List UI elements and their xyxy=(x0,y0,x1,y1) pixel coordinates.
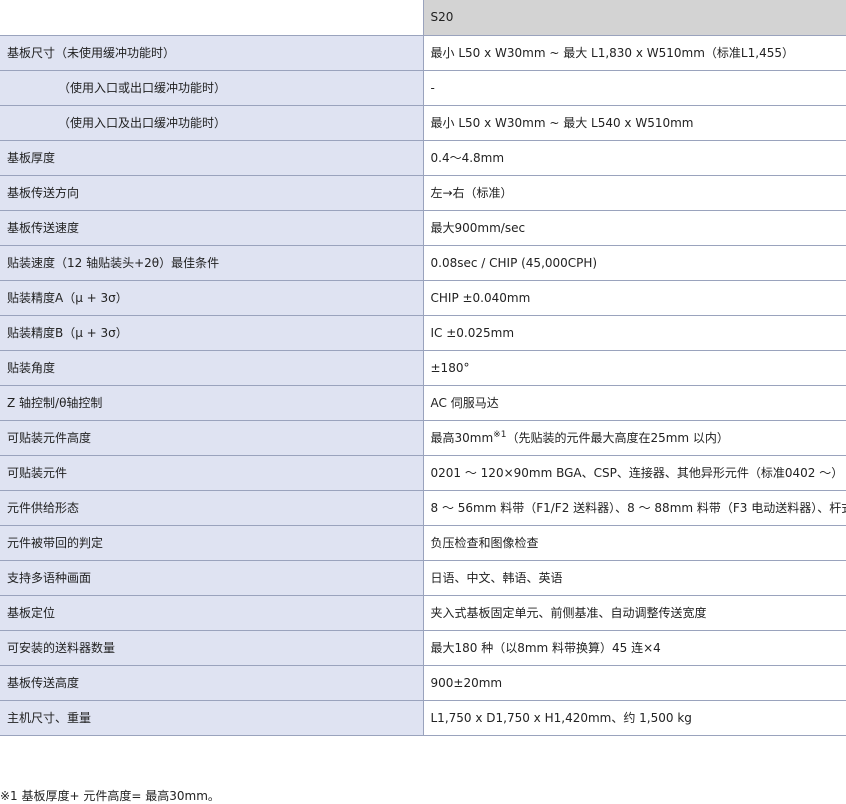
table-row: 基板厚度 0.4〜4.8mm xyxy=(0,140,846,176)
table-row: 基板传送方向 左→右（标准） xyxy=(0,175,846,211)
table-row: Z 轴控制/θ轴控制 AC 伺服马达 xyxy=(0,385,846,421)
row-label: （使用入口及出口缓冲功能时） xyxy=(0,105,424,141)
row-label: 贴装速度（12 轴贴装头+2θ）最佳条件 xyxy=(0,245,424,281)
row-value: 负压检查和图像检查 xyxy=(423,525,846,561)
row-label: 可安装的送料器数量 xyxy=(0,630,424,666)
table-row: 基板定位 夹入式基板固定单元、前侧基准、自动调整传送宽度 xyxy=(0,595,846,631)
footnote: ※1 基板厚度+ 元件高度= 最高30mm。 xyxy=(0,789,220,803)
row-value: 夹入式基板固定单元、前侧基准、自动调整传送宽度 xyxy=(423,595,846,631)
row-value: 0.4〜4.8mm xyxy=(423,140,846,176)
row-label: 基板尺寸（未使用缓冲功能时） xyxy=(0,35,424,71)
row-value: 最小 L50 x W30mm ~ 最大 L540 x W510mm xyxy=(423,105,846,141)
footnote-marker: ※1 xyxy=(493,430,507,440)
row-label: 贴装精度A（μ + 3σ） xyxy=(0,280,424,316)
table-row: （使用入口或出口缓冲功能时） - xyxy=(0,70,846,106)
table-row: 贴装精度A（μ + 3σ） CHIP ±0.040mm xyxy=(0,280,846,316)
table-row: 可贴装元件 0201 ～ 120×90mm BGA、CSP、连接器、其他异形元件… xyxy=(0,455,846,491)
table-row: 基板尺寸（未使用缓冲功能时） 最小 L50 x W30mm ~ 最大 L1,83… xyxy=(0,35,846,71)
row-value: - xyxy=(423,70,846,106)
table-row: 元件被带回的判定 负压检查和图像检查 xyxy=(0,525,846,561)
table-row: 元件供给形态 8 ～ 56mm 料带（F1/F2 送料器）、8 ～ 88mm 料… xyxy=(0,490,846,526)
table-row: 贴装角度 ±180° xyxy=(0,350,846,386)
row-label: 元件供给形态 xyxy=(0,490,424,526)
table-row: 贴装速度（12 轴贴装头+2θ）最佳条件 0.08sec / CHIP (45,… xyxy=(0,245,846,281)
height-value: 最高30mm xyxy=(430,431,494,445)
table-row: 主机尺寸、重量 L1,750 x D1,750 x H1,420mm、约 1,5… xyxy=(0,700,846,736)
table-row: 基板传送高度 900±20mm xyxy=(0,665,846,701)
row-label: 基板定位 xyxy=(0,595,424,631)
row-label: 基板传送高度 xyxy=(0,665,424,701)
row-value: 900±20mm xyxy=(423,665,846,701)
row-value: L1,750 x D1,750 x H1,420mm、约 1,500 kg xyxy=(423,700,846,736)
row-label: 基板传送速度 xyxy=(0,210,424,246)
row-value: AC 伺服马达 xyxy=(423,385,846,421)
row-label: （使用入口或出口缓冲功能时） xyxy=(0,70,424,106)
table-header-row: S20 xyxy=(0,0,846,36)
row-value: 最大180 种（以8mm 料带换算）45 连×4 xyxy=(423,630,846,666)
table-row: 可贴装元件高度 最高30mm※1（先贴装的元件最大高度在25mm 以内） xyxy=(0,420,846,456)
row-value: 8 ～ 56mm 料带（F1/F2 送料器）、8 ～ 88mm 料带（F3 电动… xyxy=(423,490,846,526)
row-label: 基板厚度 xyxy=(0,140,424,176)
row-label: 支持多语种画面 xyxy=(0,560,424,596)
row-value: 0201 ～ 120×90mm BGA、CSP、连接器、其他异形元件（标准040… xyxy=(423,455,846,491)
row-value: 0.08sec / CHIP (45,000CPH) xyxy=(423,245,846,281)
table-row: （使用入口及出口缓冲功能时） 最小 L50 x W30mm ~ 最大 L540 … xyxy=(0,105,846,141)
row-label: 元件被带回的判定 xyxy=(0,525,424,561)
row-value: 日语、中文、韩语、英语 xyxy=(423,560,846,596)
row-value: CHIP ±0.040mm xyxy=(423,280,846,316)
row-value: 左→右（标准） xyxy=(423,175,846,211)
table-row: 贴装精度B（μ + 3σ） IC ±0.025mm xyxy=(0,315,846,351)
row-label: Z 轴控制/θ轴控制 xyxy=(0,385,424,421)
row-label: 贴装精度B（μ + 3σ） xyxy=(0,315,424,351)
column-header-model: S20 xyxy=(422,0,846,36)
row-label: 主机尺寸、重量 xyxy=(0,700,424,736)
row-value: 最大900mm/sec xyxy=(423,210,846,246)
height-note: （先贴装的元件最大高度在25mm 以内） xyxy=(506,431,729,445)
header-blank-cell xyxy=(0,0,423,36)
row-label: 基板传送方向 xyxy=(0,175,424,211)
row-value: IC ±0.025mm xyxy=(423,315,846,351)
table-row: 基板传送速度 最大900mm/sec xyxy=(0,210,846,246)
row-value: ±180° xyxy=(423,350,846,386)
row-value: 最小 L50 x W30mm ~ 最大 L1,830 x W510mm（标准L1… xyxy=(423,35,846,71)
spec-table: S20 基板尺寸（未使用缓冲功能时） 最小 L50 x W30mm ~ 最大 L… xyxy=(0,0,846,736)
row-label: 可贴装元件 xyxy=(0,455,424,491)
row-label: 贴装角度 xyxy=(0,350,424,386)
row-label: 可贴装元件高度 xyxy=(0,420,424,456)
table-row: 支持多语种画面 日语、中文、韩语、英语 xyxy=(0,560,846,596)
table-row: 可安装的送料器数量 最大180 种（以8mm 料带换算）45 连×4 xyxy=(0,630,846,666)
row-value: 最高30mm※1（先贴装的元件最大高度在25mm 以内） xyxy=(423,420,846,456)
